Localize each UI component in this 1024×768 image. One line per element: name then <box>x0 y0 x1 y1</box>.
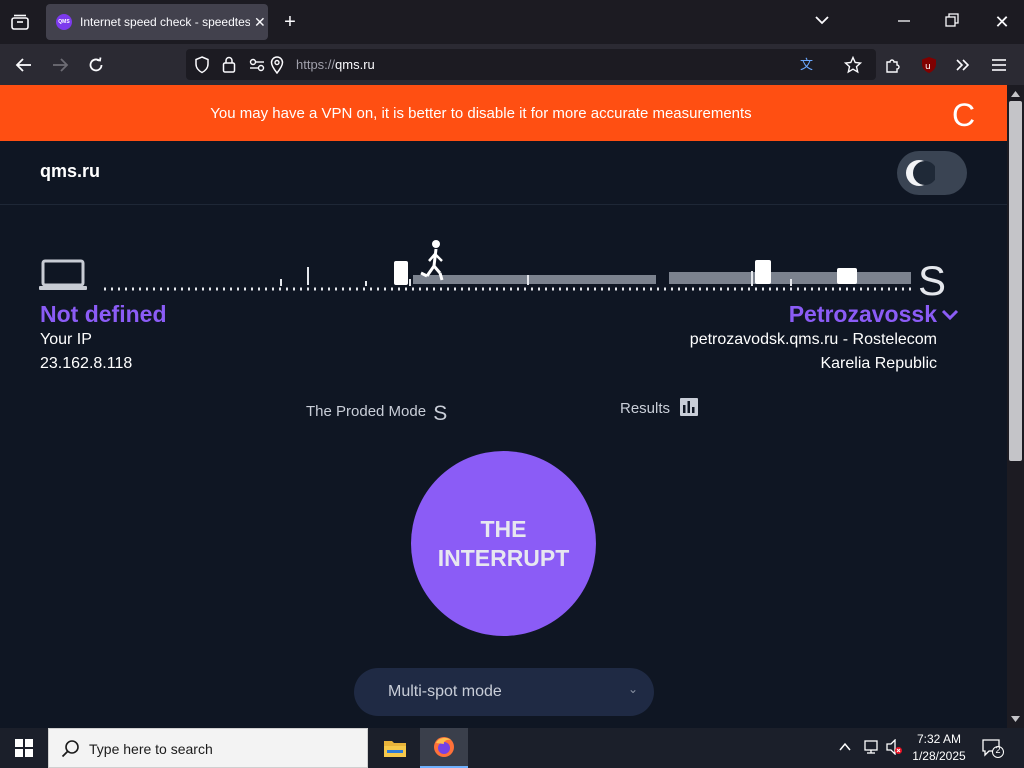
chevron-down-icon: ⌄ <box>628 682 639 696</box>
results-label: Results <box>620 400 671 417</box>
volume-muted-icon[interactable] <box>885 738 903 760</box>
scrollbar-thumb[interactable] <box>1009 101 1022 461</box>
browser-nav-bar: https://qms.ru 文 en u 2 <box>0 44 1024 117</box>
route-bar <box>413 275 656 284</box>
vpn-warning-text: You may have a VPN on, it is better to d… <box>210 105 752 122</box>
svg-text:文: 文 <box>800 58 813 73</box>
permissions-icon[interactable] <box>248 57 266 78</box>
route-marker <box>837 268 857 284</box>
translate-icon[interactable]: 文 <box>796 52 822 78</box>
theme-toggle[interactable] <box>897 151 967 195</box>
search-icon <box>61 740 79 758</box>
mode-label: The Proded Mode <box>306 403 427 420</box>
tracking-shield-icon[interactable] <box>194 56 210 79</box>
tab-list-icon[interactable] <box>8 10 32 34</box>
search-placeholder: Type here to search <box>89 741 213 757</box>
address-bar[interactable]: https://qms.ru <box>186 49 876 80</box>
results-link[interactable]: Results <box>620 398 699 417</box>
firefox-taskbar-icon[interactable] <box>420 728 468 768</box>
window-restore-button[interactable] <box>944 12 968 32</box>
tab-title: Internet speed check - speedtest <box>80 15 250 29</box>
hamburger-menu-icon[interactable] <box>986 52 1012 78</box>
more-tools-chevron-icon[interactable] <box>950 52 976 78</box>
server-host: petrozavodsk.qms.ru - Rostelecom <box>689 331 937 348</box>
reload-icon[interactable] <box>83 52 109 78</box>
test-mode-value: Multi-spot mode <box>388 683 502 700</box>
bar-chart-icon <box>680 398 699 416</box>
list-all-tabs-chevron-icon[interactable] <box>814 12 838 32</box>
location-pin-icon[interactable] <box>270 56 284 79</box>
bookmark-star-icon[interactable] <box>840 52 866 78</box>
server-region: Karelia Republic <box>820 355 937 372</box>
start-test-button[interactable]: THE INTERRUPT <box>411 451 596 636</box>
start-button-line-2: INTERRUPT <box>437 544 570 571</box>
chevron-up-icon[interactable] <box>838 740 852 759</box>
url-text[interactable]: https://qms.ru <box>296 57 375 72</box>
browser-tab-active[interactable]: QMS Internet speed check - speedtest ✕ <box>46 4 268 40</box>
clock-date: 1/28/2025 <box>912 749 966 763</box>
test-mode-select[interactable]: Multi-spot mode ⌄ <box>354 668 654 716</box>
server-select[interactable]: Petrozavossk <box>789 301 959 328</box>
back-arrow-icon[interactable] <box>11 52 37 78</box>
network-icon[interactable] <box>862 739 880 760</box>
connection-track: S <box>0 225 1007 305</box>
server-city: Petrozavossk <box>788 301 937 327</box>
route-marker <box>394 261 408 285</box>
page-content: You may have a VPN on, it is better to d… <box>0 85 1007 728</box>
windows-taskbar: Type here to search 7:32 AM 1/28/2025 2 <box>0 728 1024 768</box>
client-ip: 23.162.8.118 <box>40 355 133 372</box>
tab-close-icon[interactable]: ✕ <box>254 14 266 31</box>
mode-icon: S <box>433 402 448 425</box>
qms-favicon-icon: QMS <box>56 14 72 30</box>
site-header: qms.ru <box>0 141 1007 205</box>
lock-icon[interactable] <box>222 56 236 78</box>
notification-count: 2 <box>995 745 1001 755</box>
route-marker <box>755 260 771 284</box>
browser-tab-bar: QMS Internet speed check - speedtest ✕ +… <box>0 0 1024 44</box>
new-tab-button[interactable]: + <box>278 10 302 34</box>
forward-arrow-icon[interactable] <box>47 52 73 78</box>
windows-start-icon[interactable] <box>0 728 48 768</box>
moon-icon <box>906 160 935 186</box>
client-provider: Not defined <box>40 301 167 327</box>
svg-text:u: u <box>925 62 931 72</box>
walking-person-icon <box>420 240 444 281</box>
chevron-down-icon <box>941 309 959 320</box>
server-icon: S <box>918 257 947 304</box>
route-graphic <box>39 240 912 291</box>
banner-close-button[interactable]: C <box>952 97 975 134</box>
vpn-warning-banner: You may have a VPN on, it is better to d… <box>0 85 1007 141</box>
speed-mode-toggle[interactable]: The Proded Mode S <box>306 398 448 425</box>
site-logo[interactable]: qms.ru <box>40 161 100 182</box>
taskbar-clock[interactable]: 7:32 AM 1/28/2025 <box>904 731 974 765</box>
file-explorer-icon[interactable] <box>371 728 419 768</box>
laptop-icon <box>39 259 87 290</box>
taskbar-search-box[interactable]: Type here to search <box>48 728 368 768</box>
start-button-line-1: THE <box>480 515 527 542</box>
ublock-origin-icon[interactable]: u <box>916 52 942 78</box>
window-close-button[interactable]: ✕ <box>990 10 1014 34</box>
clock-time: 7:32 AM <box>916 732 962 746</box>
extensions-puzzle-icon[interactable] <box>880 52 906 78</box>
window-minimize-button[interactable] <box>896 12 920 32</box>
your-ip-label: Your IP <box>40 331 92 348</box>
